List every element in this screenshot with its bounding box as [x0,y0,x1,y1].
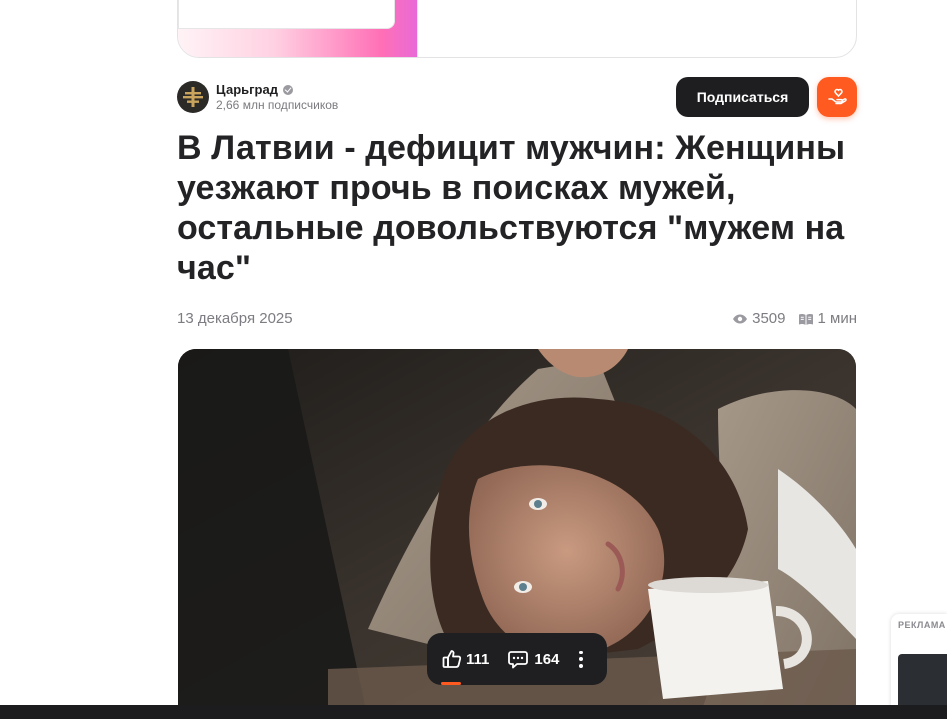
read-progress-indicator [441,682,461,685]
views-stat: 3509 [732,310,786,327]
more-vertical-icon [579,650,584,655]
article-meta: 13 декабря 2025 3509 1 мин [177,310,857,330]
eye-icon [733,314,748,323]
verified-icon [282,84,293,95]
channel-header: Царьград 2,66 млн подписчиков [177,80,338,114]
bottom-taskbar [0,705,947,719]
like-count: 111 [466,650,490,668]
promo-inner-card [178,0,395,29]
promo-card[interactable] [177,0,857,58]
read-time-stat: 1 мин [798,310,858,327]
like-button[interactable]: 111 [441,648,489,670]
comment-icon [508,651,529,669]
comment-button[interactable]: 164 [507,648,559,670]
subscribe-button[interactable]: Подписаться [676,77,809,117]
article-stats: 3509 1 мин [720,310,857,327]
channel-name[interactable]: Царьград [216,82,278,98]
divider [417,0,418,57]
book-icon [798,313,813,325]
donate-button[interactable] [817,77,857,117]
ad-label: РЕКЛАМА [898,620,946,630]
subscriber-count: 2,66 млн подписчиков [216,97,339,112]
thumbs-up-icon [442,650,462,668]
comment-count: 164 [534,650,560,668]
hand-heart-icon [828,88,847,105]
article-title: В Латвии - дефицит мужчин: Женщины уезжа… [177,129,846,287]
ad-panel[interactable]: РЕКЛАМА [891,614,947,719]
publish-date: 13 декабря 2025 [177,310,293,327]
reaction-bar: 111 164 [427,633,607,685]
channel-avatar[interactable] [177,81,209,113]
more-options-button[interactable] [579,649,584,669]
views-count: 3509 [752,310,786,327]
read-time: 1 мин [817,310,858,327]
channel-name-link[interactable]: Царьград [216,82,338,98]
